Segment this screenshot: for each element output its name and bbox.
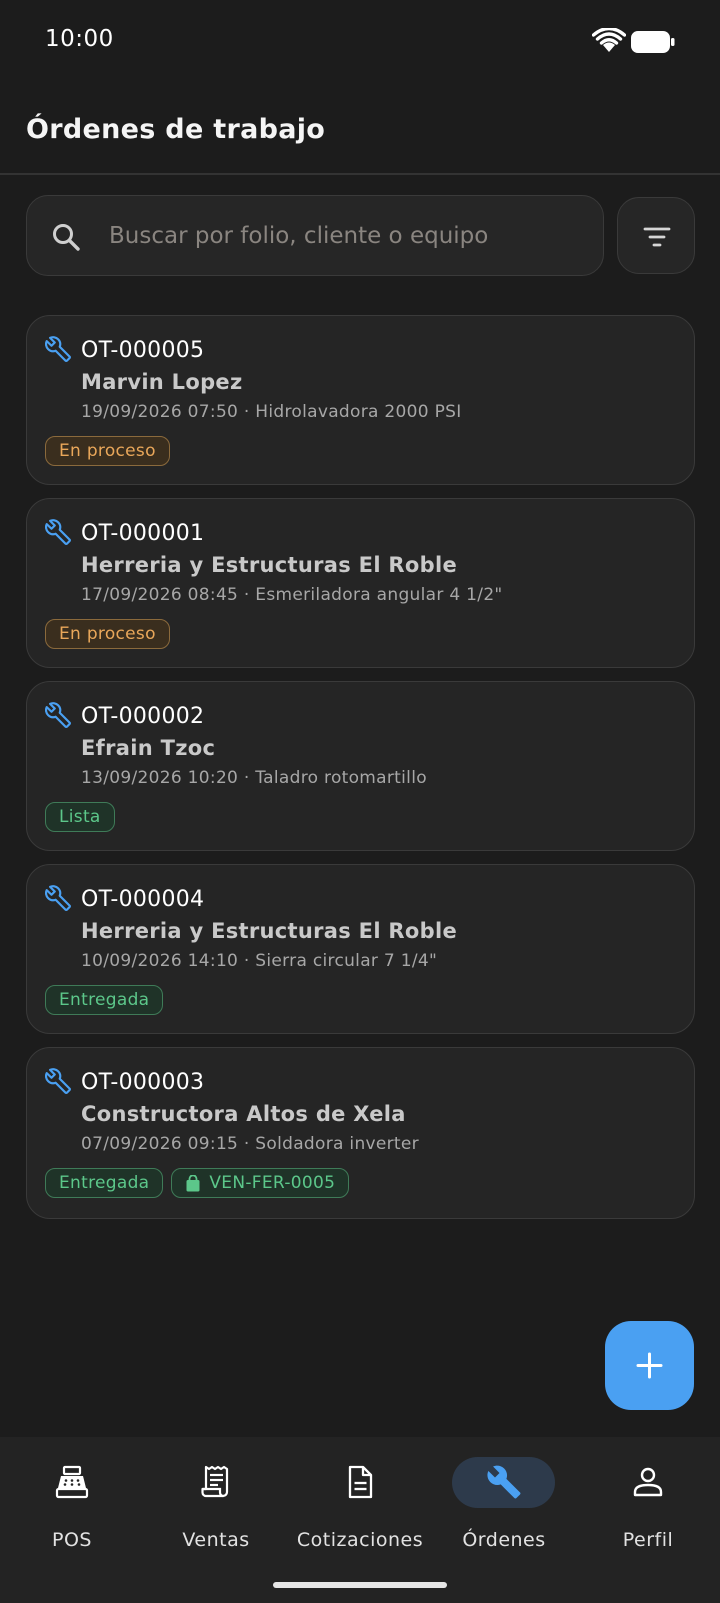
status-badge: En proceso xyxy=(45,436,170,466)
nav-label: Cotizaciones xyxy=(296,1529,424,1551)
order-badges: En proceso xyxy=(45,619,170,649)
home-indicator xyxy=(273,1582,447,1588)
order-badges: En proceso xyxy=(45,436,170,466)
status-bar: 10:00 xyxy=(0,0,720,84)
nav-item-perfil[interactable]: Perfil xyxy=(576,1437,720,1567)
order-badges: Entregada VEN-FER-0005 xyxy=(45,1168,350,1198)
wrench-icon xyxy=(487,1465,521,1499)
status-badge: Lista xyxy=(45,802,115,832)
shopping-bag-icon xyxy=(186,1174,200,1191)
sale-reference-label: VEN-FER-0005 xyxy=(209,1173,336,1193)
nav-item-cotizaciones[interactable]: Cotizaciones xyxy=(288,1437,432,1567)
add-order-button[interactable] xyxy=(605,1321,694,1410)
wrench-icon xyxy=(45,885,71,911)
wrench-icon xyxy=(45,1068,71,1094)
order-id: OT-000003 xyxy=(81,1070,205,1095)
plus-icon xyxy=(636,1352,663,1379)
filter-icon xyxy=(643,227,671,247)
status-time: 10:00 xyxy=(45,26,114,52)
order-meta: 17/09/2026 08:45 · Esmeriladora angular … xyxy=(81,585,503,605)
order-meta: 19/09/2026 07:50 · Hidrolavadora 2000 PS… xyxy=(81,402,462,422)
status-badge: Entregada xyxy=(45,1168,164,1198)
battery-icon xyxy=(631,31,675,53)
nav-label: Órdenes xyxy=(462,1529,546,1551)
nav-item-pos[interactable]: POS xyxy=(0,1437,144,1567)
order-client: Marvin Lopez xyxy=(81,370,243,394)
bottom-nav: POS Ventas Cotizaciones Órdenes Perfil xyxy=(0,1437,720,1603)
receipt-icon xyxy=(201,1465,229,1498)
order-card[interactable]: OT-000002 Efrain Tzoc 13/09/2026 10:20 ·… xyxy=(26,681,695,851)
person-icon xyxy=(633,1467,663,1497)
status-badge: Entregada xyxy=(45,985,164,1015)
app-header: Órdenes de trabajo xyxy=(0,84,720,175)
order-id: OT-000005 xyxy=(81,338,205,363)
wrench-icon xyxy=(45,336,71,362)
order-badges: Lista xyxy=(45,802,115,832)
search-input[interactable] xyxy=(109,214,579,258)
nav-label: Ventas xyxy=(182,1529,250,1551)
nav-item-ordenes[interactable]: Órdenes xyxy=(432,1437,576,1567)
filter-button[interactable] xyxy=(617,197,695,274)
order-card[interactable]: OT-000001 Herreria y Estructuras El Robl… xyxy=(26,498,695,668)
order-card[interactable]: OT-000005 Marvin Lopez 19/09/2026 07:50 … xyxy=(26,315,695,485)
wrench-icon xyxy=(45,519,71,545)
order-id: OT-000004 xyxy=(81,887,205,912)
page-title: Órdenes de trabajo xyxy=(26,114,326,145)
order-client: Constructora Altos de Xela xyxy=(81,1102,406,1126)
nav-label: POS xyxy=(52,1529,92,1551)
order-meta: 13/09/2026 10:20 · Taladro rotomartillo xyxy=(81,768,427,788)
document-icon xyxy=(348,1465,373,1499)
order-id: OT-000001 xyxy=(81,521,205,546)
nav-item-ventas[interactable]: Ventas xyxy=(144,1437,288,1567)
search-bar xyxy=(26,195,604,276)
nav-label: Perfil xyxy=(622,1529,674,1551)
cash-register-icon xyxy=(55,1465,89,1499)
order-badges: Entregada xyxy=(45,985,164,1015)
screen: 10:00 Órdenes de trabajo Buscar por foli… xyxy=(0,0,720,1603)
order-meta: 07/09/2026 09:15 · Soldadora inverter xyxy=(81,1134,419,1154)
order-card[interactable]: OT-000004 Herreria y Estructuras El Robl… xyxy=(26,864,695,1034)
status-badge: En proceso xyxy=(45,619,170,649)
sale-reference-badge[interactable]: VEN-FER-0005 xyxy=(171,1168,350,1198)
wifi-icon xyxy=(592,28,626,52)
order-client: Efrain Tzoc xyxy=(81,736,216,760)
order-id: OT-000002 xyxy=(81,704,205,729)
order-client: Herreria y Estructuras El Roble xyxy=(81,919,457,943)
order-list: OT-000005 Marvin Lopez 19/09/2026 07:50 … xyxy=(26,315,695,1232)
order-client: Herreria y Estructuras El Roble xyxy=(81,553,457,577)
wrench-icon xyxy=(45,702,71,728)
order-meta: 10/09/2026 14:10 · Sierra circular 7 1/4… xyxy=(81,951,438,971)
search-icon xyxy=(53,224,80,251)
order-card[interactable]: OT-000003 Constructora Altos de Xela 07/… xyxy=(26,1047,695,1219)
